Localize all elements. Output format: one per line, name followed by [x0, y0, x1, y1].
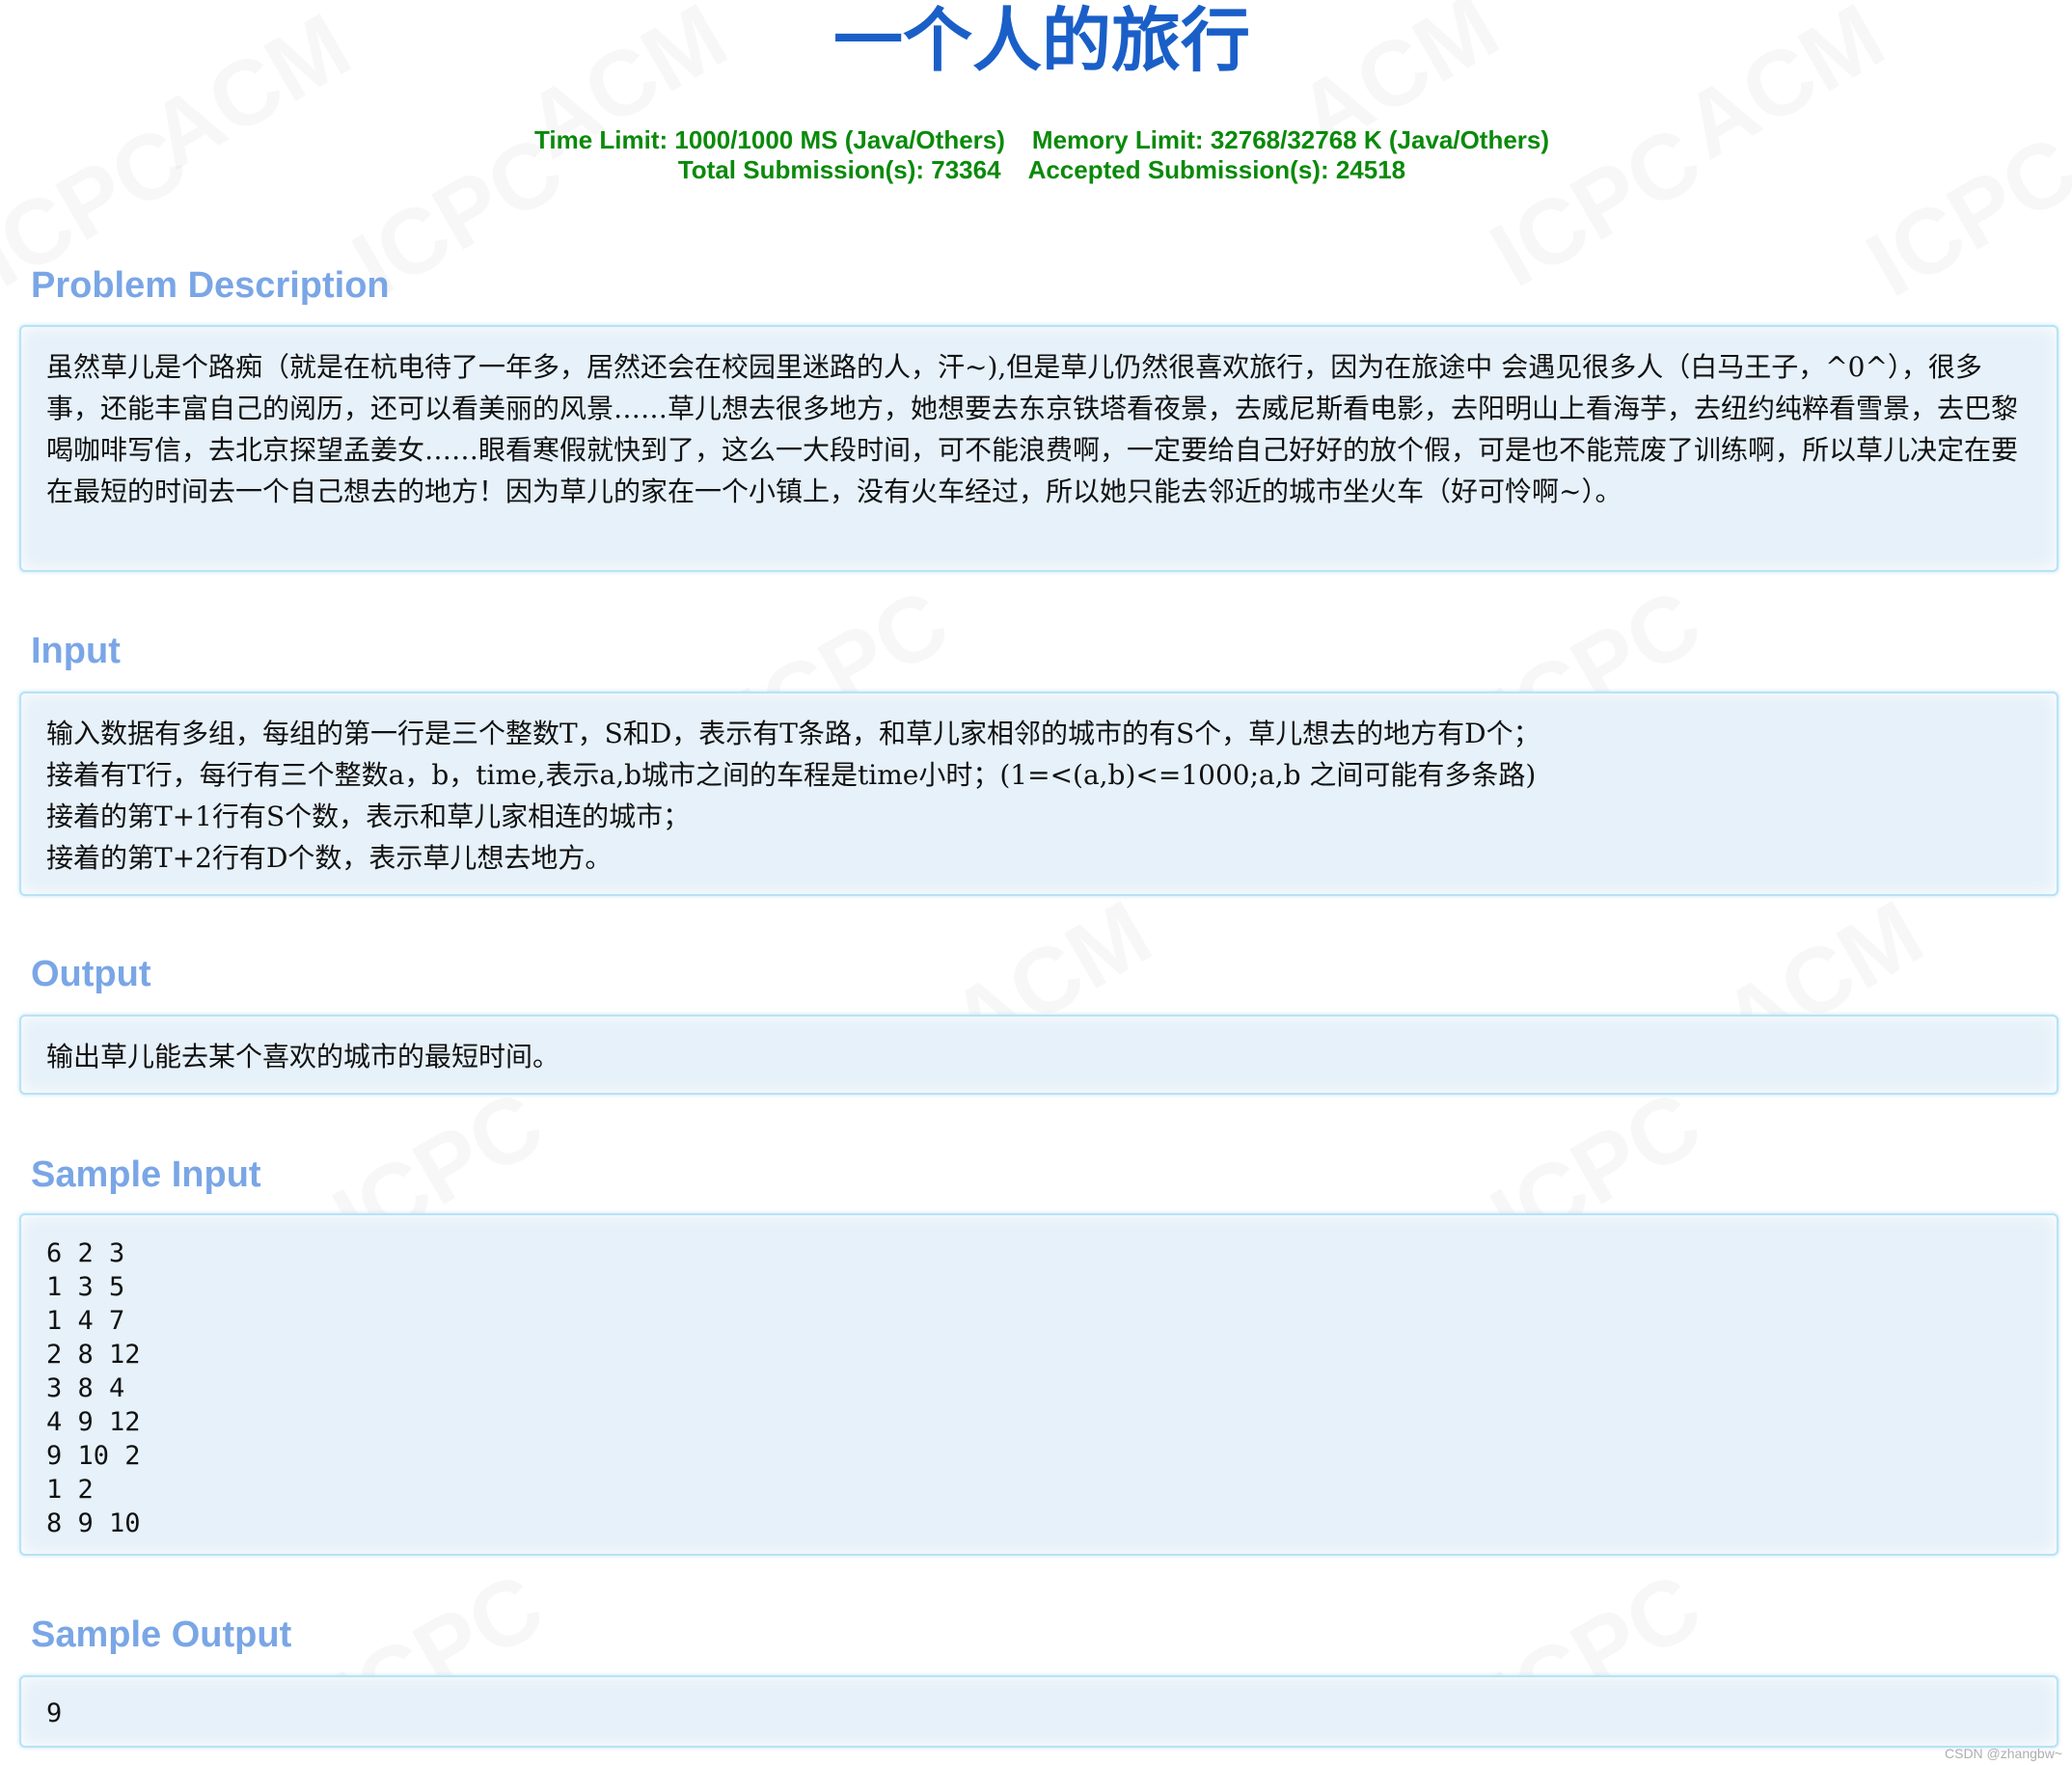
time-limit: Time Limit: 1000/1000 MS (Java/Others) — [533, 125, 1005, 154]
accepted-submissions: Accepted Submission(s): 24518 — [1027, 155, 1406, 184]
sample-output-panel[interactable]: 9 — [19, 1675, 2058, 1748]
problem-title: 一个人的旅行 — [832, 0, 1250, 81]
submissions-line: Total Submission(s): 73364 Accepted Submi… — [0, 155, 2072, 185]
csdn-credit: CSDN @zhangbw~ — [1945, 1746, 2062, 1761]
memory-limit: Memory Limit: 32768/32768 K (Java/Others… — [1031, 125, 1550, 154]
problem-limits: Time Limit: 1000/1000 MS (Java/Others) Me… — [0, 125, 2072, 185]
section-title-input: Input — [31, 631, 121, 671]
section-title-description: Problem Description — [31, 265, 390, 306]
section-title-output: Output — [31, 954, 151, 994]
output-panel: 输出草儿能去某个喜欢的城市的最短时间。 — [19, 1015, 2058, 1095]
input-panel: 输入数据有多组，每组的第一行是三个整数T，S和D，表示有T条路，和草儿家相邻的城… — [19, 692, 2058, 896]
problem-page: 一个人的旅行 Time Limit: 1000/1000 MS (Java/Ot… — [0, 0, 2072, 1765]
sample-input-panel[interactable]: 6 2 3 1 3 5 1 4 7 2 8 12 3 8 4 4 9 12 9 … — [19, 1213, 2058, 1556]
section-title-sample-output: Sample Output — [31, 1615, 292, 1655]
total-submissions: Total Submission(s): 73364 — [677, 155, 1001, 184]
description-panel: 虽然草儿是个路痴（就是在杭电待了一年多，居然还会在校园里迷路的人，汗~),但是草… — [19, 325, 2058, 572]
section-title-sample-input: Sample Input — [31, 1154, 261, 1195]
limits-line: Time Limit: 1000/1000 MS (Java/Others) Me… — [0, 125, 2072, 155]
